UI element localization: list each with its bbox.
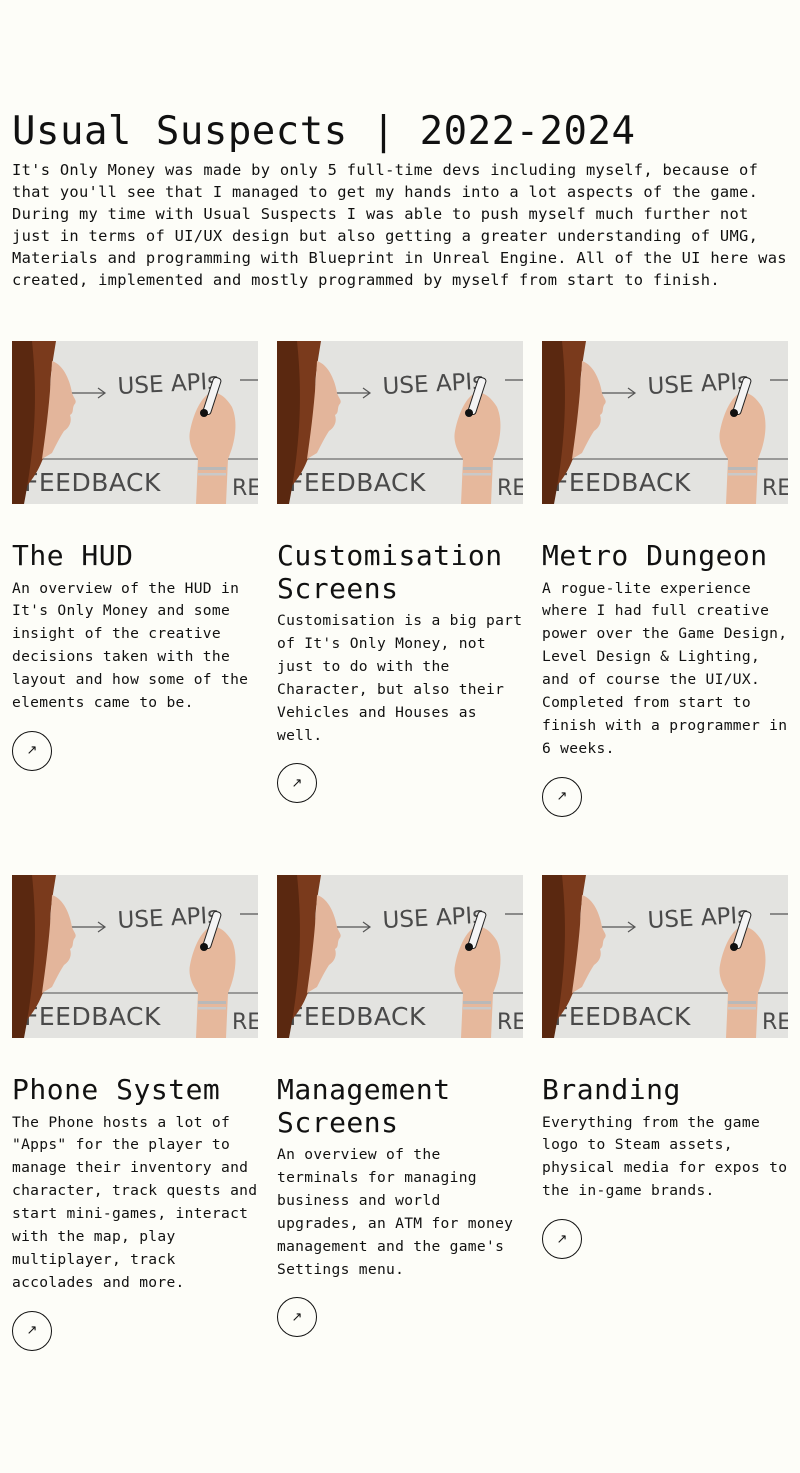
project-title: The HUD bbox=[12, 539, 134, 572]
svg-text:USE APIs: USE APIs bbox=[647, 903, 750, 934]
project-card-metro-dungeon: USE APIs FEEDBACK RE Metro Dungeon A rog… bbox=[542, 341, 788, 817]
project-card-management: USE APIs FEEDBACK RE Management Screens … bbox=[277, 875, 523, 1351]
page-title: Usual Suspects | 2022-2024 bbox=[12, 109, 636, 154]
project-card-phone-system: USE APIs FEEDBACK RE Phone System The Ph… bbox=[12, 875, 258, 1351]
project-grid-row-2: USE APIs FEEDBACK RE Phone System The Ph… bbox=[12, 875, 788, 1351]
svg-text:FEEDBACK: FEEDBACK bbox=[24, 468, 161, 497]
project-title: Customisation Screens bbox=[277, 539, 503, 605]
svg-text:FEEDBACK: FEEDBACK bbox=[554, 468, 691, 497]
page-header: Usual Suspects | 2022-2024 It's Only Mon… bbox=[12, 108, 788, 291]
open-project-button[interactable]: ↗ bbox=[542, 1219, 582, 1260]
arrow-up-right-icon: ↗ bbox=[26, 743, 38, 759]
project-thumbnail[interactable]: USE APIs FEEDBACK RE bbox=[277, 875, 523, 1038]
open-project-button[interactable]: ↗ bbox=[542, 776, 582, 817]
arrow-up-right-icon: ↗ bbox=[556, 789, 568, 805]
svg-text:USE APIs: USE APIs bbox=[117, 369, 220, 400]
svg-text:RE: RE bbox=[497, 476, 523, 501]
svg-text:FEEDBACK: FEEDBACK bbox=[289, 468, 426, 497]
project-description: An overview of the terminals for managin… bbox=[277, 1146, 514, 1278]
svg-text:RE: RE bbox=[232, 476, 258, 501]
svg-text:USE APIs: USE APIs bbox=[647, 369, 750, 400]
project-thumbnail[interactable]: USE APIs FEEDBACK RE bbox=[12, 341, 258, 504]
svg-text:RE: RE bbox=[497, 1010, 523, 1035]
project-card-hud: USE APIs FEEDBACK RE The HUD An overview… bbox=[12, 341, 258, 817]
project-thumbnail[interactable]: USE APIs FEEDBACK RE bbox=[542, 341, 788, 504]
project-card-branding: USE APIs FEEDBACK RE Branding Everything… bbox=[542, 875, 788, 1351]
project-thumbnail[interactable]: USE APIs FEEDBACK RE bbox=[12, 875, 258, 1038]
project-thumbnail[interactable]: USE APIs FEEDBACK RE bbox=[277, 341, 523, 504]
project-description: Everything from the game logo to Steam a… bbox=[542, 1113, 788, 1200]
project-title: Phone System bbox=[12, 1073, 221, 1106]
svg-text:FEEDBACK: FEEDBACK bbox=[289, 1002, 426, 1031]
svg-text:RE: RE bbox=[762, 1010, 788, 1035]
project-description: The Phone hosts a lot of "Apps" for the … bbox=[12, 1113, 258, 1291]
arrow-up-right-icon: ↗ bbox=[556, 1231, 568, 1247]
project-card-customisation: USE APIs FEEDBACK RE Customisation Scree… bbox=[277, 341, 523, 817]
svg-text:RE: RE bbox=[232, 1010, 258, 1035]
svg-text:USE APIs: USE APIs bbox=[382, 369, 485, 400]
project-grid-row-1: USE APIs FEEDBACK RE The HUD An overview… bbox=[12, 341, 788, 817]
open-project-button[interactable]: ↗ bbox=[277, 1297, 317, 1338]
project-title: Metro Dungeon bbox=[542, 539, 768, 572]
arrow-up-right-icon: ↗ bbox=[291, 1309, 303, 1325]
open-project-button[interactable]: ↗ bbox=[12, 1310, 52, 1351]
page-intro: It's Only Money was made by only 5 full-… bbox=[12, 161, 787, 289]
project-thumbnail[interactable]: USE APIs FEEDBACK RE bbox=[542, 875, 788, 1038]
project-description: An overview of the HUD in It's Only Mone… bbox=[12, 579, 249, 712]
open-project-button[interactable]: ↗ bbox=[277, 763, 317, 804]
svg-text:FEEDBACK: FEEDBACK bbox=[24, 1002, 161, 1031]
open-project-button[interactable]: ↗ bbox=[12, 730, 52, 771]
project-description: A rogue-lite experience where I had full… bbox=[542, 579, 788, 757]
project-title: Branding bbox=[542, 1073, 681, 1106]
svg-text:USE APIs: USE APIs bbox=[382, 903, 485, 934]
svg-text:RE: RE bbox=[762, 476, 788, 501]
arrow-up-right-icon: ↗ bbox=[26, 1323, 38, 1339]
project-description: Customisation is a big part of It's Only… bbox=[277, 612, 523, 744]
project-title: Management Screens bbox=[277, 1073, 451, 1139]
svg-text:USE APIs: USE APIs bbox=[117, 903, 220, 934]
svg-text:FEEDBACK: FEEDBACK bbox=[554, 1002, 691, 1031]
arrow-up-right-icon: ↗ bbox=[291, 775, 303, 791]
